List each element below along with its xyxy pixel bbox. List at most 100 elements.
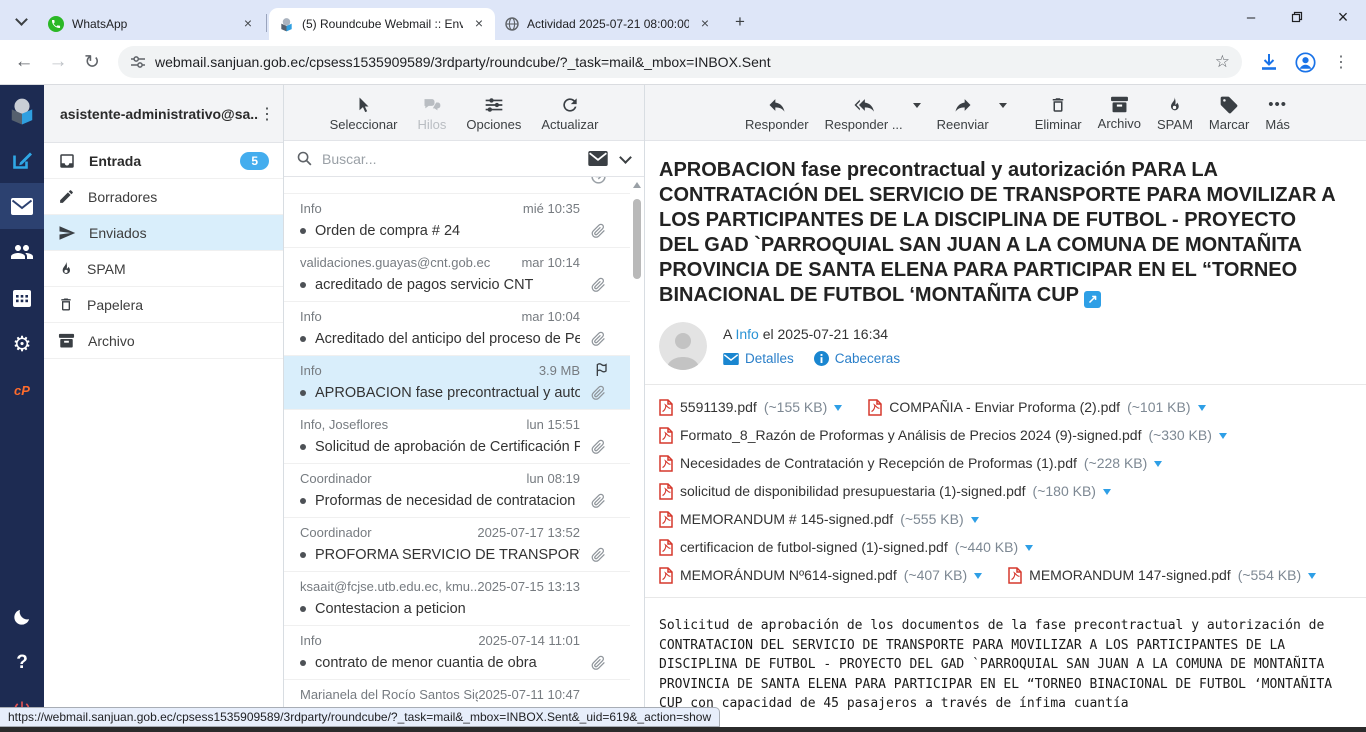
- rail-calendar-button[interactable]: [0, 275, 44, 321]
- reply-all-dropdown-icon[interactable]: [913, 103, 921, 108]
- message-row-selected[interactable]: Info3.9 MB APROBACION fase precontractua…: [284, 356, 630, 410]
- attachment-item[interactable]: MEMORANDUM 147-signed.pdf(~554 KB): [1008, 561, 1316, 589]
- delete-button[interactable]: Eliminar: [1035, 95, 1082, 131]
- reply-all-button[interactable]: Responder ...: [825, 95, 903, 131]
- attachment-item[interactable]: 5591139.pdf(~155 KB): [659, 393, 842, 421]
- message-row[interactable]: Coordinadorlun 08:19 Proformas de necesi…: [284, 464, 630, 518]
- message-row[interactable]: Infomar 10:04 Acreditado del anticipo de…: [284, 302, 630, 356]
- roundcube-logo: [0, 85, 44, 137]
- attachment-paperclip-icon: [591, 385, 606, 401]
- tab-search-button[interactable]: [8, 8, 34, 34]
- select-button[interactable]: Seleccionar: [330, 95, 398, 131]
- sidebar-item-enviados[interactable]: Enviados: [44, 215, 283, 251]
- message-row[interactable]: ksaait@fcjse.utb.edu.ec, kmu...2025-07-1…: [284, 572, 630, 626]
- attachment-menu-icon[interactable]: [974, 573, 982, 579]
- attachment-menu-icon[interactable]: [1103, 489, 1111, 495]
- forward-button[interactable]: Reenviar: [937, 95, 989, 131]
- close-window-button[interactable]: ×: [1320, 0, 1366, 34]
- whatsapp-icon: [48, 16, 64, 32]
- globe-icon: [505, 17, 519, 31]
- spam-button[interactable]: SPAM: [1157, 95, 1193, 131]
- pdf-icon: [659, 399, 673, 416]
- attachment-item[interactable]: Formato_8_Razón de Proformas y Análisis …: [659, 421, 1227, 449]
- attachment-menu-icon[interactable]: [1154, 461, 1162, 467]
- tab-close-icon[interactable]: ×: [697, 16, 713, 32]
- attachment-menu-icon[interactable]: [1308, 573, 1316, 579]
- account-name: asistente-administrativo@sa...: [60, 106, 259, 122]
- tab-whatsapp[interactable]: WhatsApp ×: [38, 8, 264, 40]
- mark-button[interactable]: Marcar: [1209, 95, 1249, 131]
- attachment-item[interactable]: MEMORANDUM # 145-signed.pdf(~555 KB): [659, 505, 979, 533]
- rail-mail-button[interactable]: [0, 183, 44, 229]
- message-row[interactable]: Infomié 10:35 Orden de compra # 24: [284, 194, 630, 248]
- details-toggle[interactable]: Detalles: [723, 351, 794, 366]
- url-bar[interactable]: webmail.sanjuan.gob.ec/cpsess1535909589/…: [118, 46, 1242, 78]
- profile-button[interactable]: [1288, 46, 1322, 78]
- site-info-icon[interactable]: [130, 54, 146, 70]
- sidebar-item-entrada[interactable]: Entrada 5: [44, 143, 283, 179]
- account-header[interactable]: asistente-administrativo@sa... ⋮: [44, 85, 283, 143]
- attachment-item[interactable]: COMPAÑIA - Enviar Proforma (2).pdf(~101 …: [868, 393, 1205, 421]
- search-bar[interactable]: Buscar...: [284, 141, 644, 177]
- new-tab-button[interactable]: +: [727, 9, 753, 35]
- tab-actividad[interactable]: Actividad 2025-07-21 08:00:00 ×: [495, 8, 721, 40]
- attachment-menu-icon[interactable]: [1219, 433, 1227, 439]
- attachment-menu-icon[interactable]: [1025, 545, 1033, 551]
- message-row[interactable]: Info2025-07-14 11:01 contrato de menor c…: [284, 626, 630, 680]
- refresh-button[interactable]: Actualizar: [541, 95, 598, 131]
- attachment-item[interactable]: Necesidades de Contratación y Recepción …: [659, 449, 1162, 477]
- attachment-menu-icon[interactable]: [971, 517, 979, 523]
- message-row[interactable]: Información financiera solicitada por BD…: [284, 177, 630, 194]
- sidebar-item-papelera[interactable]: Papelera: [44, 287, 283, 323]
- scroll-up-icon[interactable]: [633, 182, 641, 188]
- forward-dropdown-icon[interactable]: [999, 103, 1007, 108]
- recipient-link[interactable]: Info: [735, 326, 758, 342]
- search-options-chevron-icon[interactable]: [619, 151, 632, 164]
- account-menu-button[interactable]: ⋮: [259, 104, 275, 124]
- attachment-menu-icon[interactable]: [1198, 405, 1206, 411]
- options-button[interactable]: Opciones: [466, 95, 521, 131]
- compose-button[interactable]: [0, 137, 44, 183]
- headers-toggle[interactable]: Cabeceras: [814, 351, 900, 366]
- sidebar-item-spam[interactable]: SPAM: [44, 251, 283, 287]
- browser-menu-button[interactable]: ⋮: [1324, 46, 1358, 78]
- tab-close-icon[interactable]: ×: [240, 16, 256, 32]
- minimize-button[interactable]: –: [1228, 0, 1274, 34]
- sidebar-item-borradores[interactable]: Borradores: [44, 179, 283, 215]
- attachment-item[interactable]: certificacion de futbol-signed (1)-signe…: [659, 533, 1033, 561]
- rail-settings-button[interactable]: ⚙: [0, 321, 44, 367]
- rail-contacts-button[interactable]: [0, 229, 44, 275]
- scrollbar-thumb[interactable]: [633, 199, 641, 279]
- bookmark-star-icon[interactable]: ☆: [1215, 52, 1230, 72]
- dark-mode-button[interactable]: [0, 594, 44, 640]
- reply-button[interactable]: Responder: [745, 95, 809, 131]
- tab-close-icon[interactable]: ×: [471, 16, 487, 32]
- archive-button[interactable]: Archivo: [1098, 95, 1141, 130]
- open-in-new-window-icon[interactable]: ↗: [1084, 291, 1101, 308]
- message-row[interactable]: Coordinador2025-07-17 13:52 PROFORMA SER…: [284, 518, 630, 572]
- envelope-icon: [723, 353, 739, 365]
- fire-icon: [58, 260, 74, 278]
- search-scope-mail-icon[interactable]: [588, 151, 608, 166]
- message-header: A Info el 2025-07-21 16:34 Detalles Cabe…: [645, 314, 1366, 384]
- attachment-item[interactable]: MEMORÁNDUM Nº614-signed.pdf(~407 KB): [659, 561, 982, 589]
- list-toolbar: Seleccionar Hilos Opciones Actualizar: [284, 85, 644, 141]
- message-row[interactable]: Info, Josefloreslun 15:51 Solicitud de a…: [284, 410, 630, 464]
- message-subject: Contestacion a peticion: [315, 601, 466, 617]
- attachment-item[interactable]: solicitud de disponibilidad presupuestar…: [659, 477, 1111, 505]
- sidebar-item-archivo[interactable]: Archivo: [44, 323, 283, 359]
- reload-button[interactable]: ↻: [76, 46, 108, 78]
- more-button[interactable]: ••• Más: [1265, 95, 1290, 131]
- back-button[interactable]: ←: [8, 46, 40, 78]
- attachment-paperclip-icon: [591, 547, 606, 563]
- downloads-button[interactable]: [1252, 46, 1286, 78]
- restore-button[interactable]: [1274, 0, 1320, 34]
- attachment-menu-icon[interactable]: [834, 405, 842, 411]
- tab-roundcube[interactable]: (5) Roundcube Webmail :: Envia ×: [269, 8, 495, 40]
- folder-label: Enviados: [89, 225, 147, 241]
- help-button[interactable]: ?: [0, 640, 44, 686]
- forward-button[interactable]: →: [42, 46, 74, 78]
- message-row[interactable]: validaciones.guayas@cnt.gob.ecmar 10:14 …: [284, 248, 630, 302]
- list-scrollbar[interactable]: [631, 179, 643, 730]
- cpanel-button[interactable]: cP: [0, 367, 44, 413]
